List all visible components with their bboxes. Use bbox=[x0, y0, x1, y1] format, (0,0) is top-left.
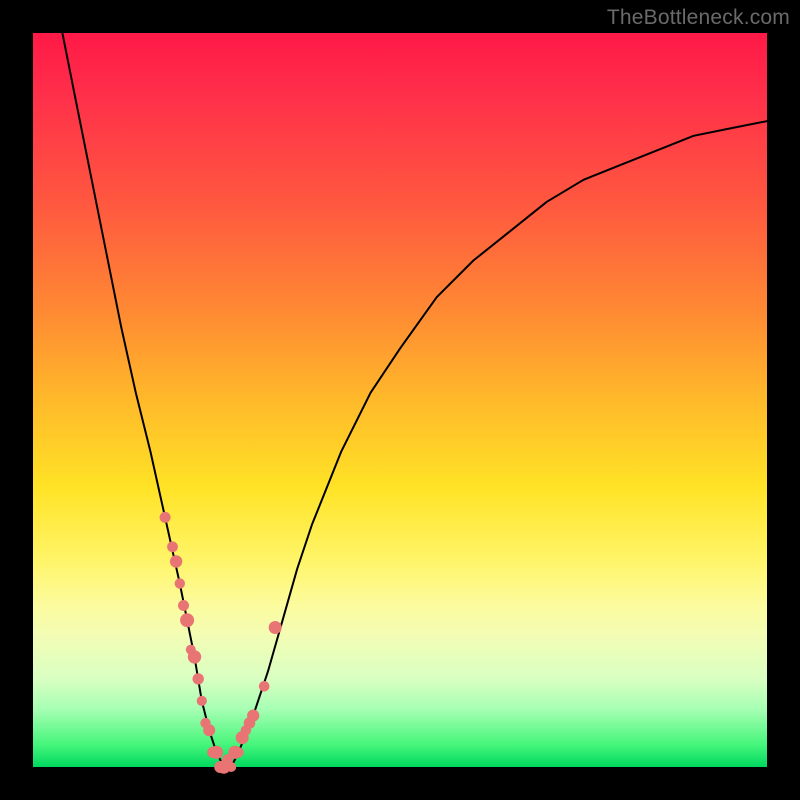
sample-dot bbox=[269, 621, 282, 634]
sample-dot bbox=[170, 555, 182, 567]
chart-svg bbox=[33, 33, 767, 767]
sample-dot bbox=[226, 762, 236, 772]
sample-dot bbox=[233, 747, 243, 757]
sample-dot bbox=[247, 710, 259, 722]
sample-dot bbox=[210, 746, 223, 759]
sample-dots-group bbox=[160, 512, 282, 774]
sample-dot bbox=[178, 600, 189, 611]
sample-dot bbox=[259, 681, 270, 692]
sample-dot bbox=[203, 724, 215, 736]
plot-area bbox=[33, 33, 767, 767]
sample-dot bbox=[197, 696, 207, 706]
outer-frame: TheBottleneck.com bbox=[0, 0, 800, 800]
sample-dot bbox=[180, 613, 194, 627]
sample-dot bbox=[193, 673, 204, 684]
sample-dot bbox=[160, 512, 171, 523]
sample-dot bbox=[175, 578, 185, 588]
bottleneck-curve bbox=[62, 33, 767, 767]
watermark-text: TheBottleneck.com bbox=[607, 6, 790, 30]
sample-dot bbox=[188, 650, 201, 663]
sample-dot bbox=[167, 541, 178, 552]
